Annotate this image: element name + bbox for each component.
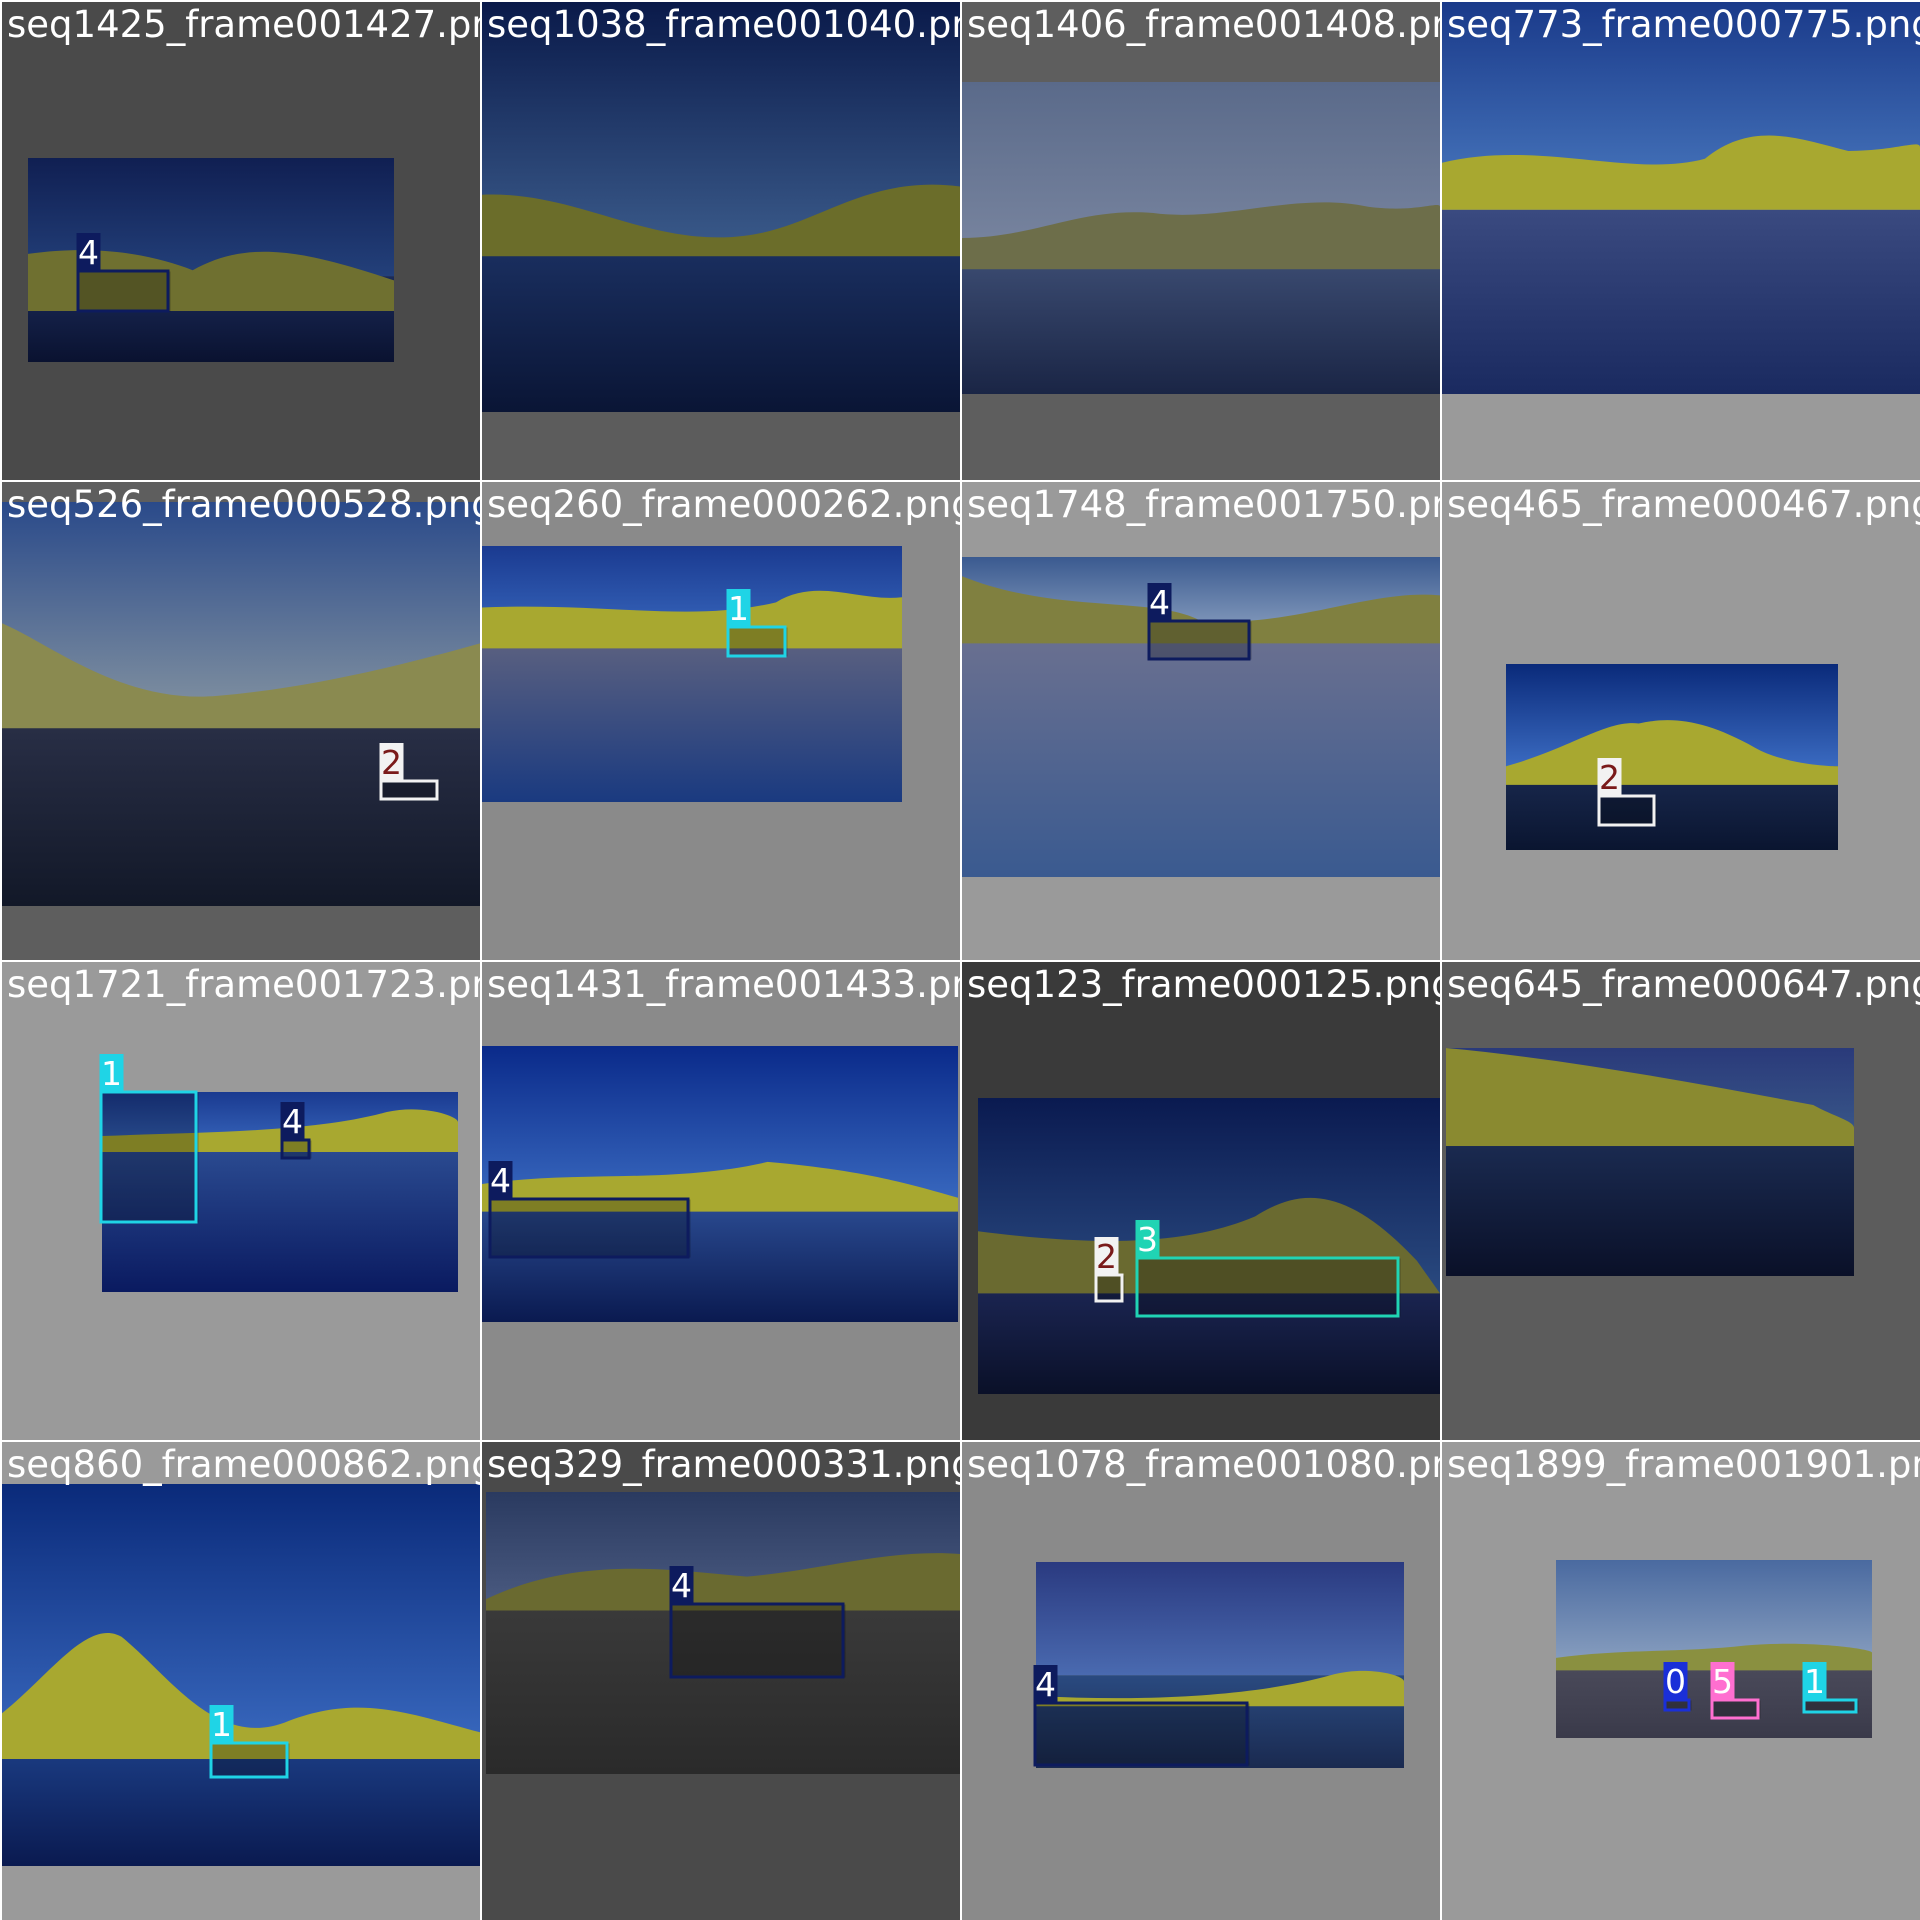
tile-filename: seq1078_frame001080.png: [967, 1443, 1440, 1486]
tile-image: 05 1: [1556, 1560, 1872, 1738]
tile-filename: seq860_frame000862.png: [7, 1443, 480, 1486]
tile: 1seq773_frame000775.png: [1442, 2, 1920, 480]
tile: 4 seq1431_frame001433.png: [482, 962, 960, 1440]
tile-filename: seq645_frame000647.png: [1447, 963, 1920, 1006]
tile-image: 4: [482, 1046, 958, 1322]
tile: 2 3 seq123_frame000125.png: [962, 962, 1440, 1440]
tile-image: 4: [28, 158, 394, 362]
detection-label: 1: [211, 1705, 232, 1744]
tile: 1 4 seq1721_frame001723.png: [2, 962, 480, 1440]
tile-filename: seq1425_frame001427.png: [7, 3, 480, 46]
tile-filename: seq1431_frame001433.png: [487, 963, 960, 1006]
tile-image: 2: [1506, 664, 1838, 850]
detection-label: 1: [1804, 1662, 1825, 1701]
detection-label: 0: [1665, 1662, 1686, 1701]
tile-filename: seq329_frame000331.png: [487, 1443, 960, 1486]
tile: 0 5 1 seq1899_frame001901.png: [1442, 1442, 1920, 1920]
scene: [482, 2, 960, 412]
tile-image: 1: [1442, 2, 1920, 394]
scene: [962, 557, 1440, 877]
detection-label: 4: [490, 1161, 511, 1200]
detection-label: 2: [1599, 758, 1620, 797]
detection-label: 5: [1712, 1662, 1733, 1701]
detection-mosaic: 4 seq1425_frame001427.png seq1038_frame001…: [0, 0, 1920, 1920]
detection-label: 1: [101, 1054, 122, 1093]
tile-image: 4: [962, 557, 1440, 877]
tile-image: 14: [99, 1054, 458, 1292]
tile: 4 seq1078_frame001080.png: [962, 1442, 1440, 1920]
tile-filename: seq1721_frame001723.png: [7, 963, 480, 1006]
tile-filename: seq773_frame000775.png: [1447, 3, 1920, 46]
detection-label: 2: [381, 743, 402, 782]
tile-image: 4: [486, 1492, 960, 1774]
detection-label: 4: [1149, 583, 1170, 622]
scene: [482, 1046, 958, 1322]
detection-label: 4: [1035, 1665, 1056, 1704]
detection-box: 0: [1663, 1662, 1692, 1712]
tile-image: 23: [978, 1098, 1440, 1394]
detection-label: 1: [728, 589, 749, 628]
detection-box: 1: [99, 1054, 199, 1224]
tile-image: 1: [482, 546, 902, 802]
tile-image: 2: [2, 502, 480, 906]
tile-image: 1: [2, 1484, 480, 1866]
scene: [1446, 1048, 1854, 1276]
scene: [962, 82, 1440, 394]
tile-image: 4: [1033, 1562, 1404, 1768]
scene: [482, 546, 902, 802]
tile: seq1038_frame001040.png: [482, 2, 960, 480]
tile-filename: seq1899_frame001901.png: [1447, 1443, 1920, 1486]
detection-label: 3: [1137, 1220, 1158, 1259]
scene: [1442, 2, 1920, 394]
tile-image: [482, 2, 960, 412]
tile-filename: seq260_frame000262.png: [487, 483, 960, 526]
scene: [978, 1098, 1440, 1394]
tile-image: 4: [962, 82, 1440, 394]
tile-filename: seq1406_frame001408.png: [967, 3, 1440, 46]
tile-filename: seq1038_frame001040.png: [487, 3, 960, 46]
scene: [1506, 664, 1838, 850]
detection-label: 4: [282, 1102, 303, 1141]
tile: seq645_frame000647.png: [1442, 962, 1920, 1440]
tile: 4 seq329_frame000331.png: [482, 1442, 960, 1920]
tile-filename: seq123_frame000125.png: [967, 963, 1440, 1006]
tile-filename: seq526_frame000528.png: [7, 483, 480, 526]
tile-image: [1446, 1048, 1854, 1276]
tile: 1 seq860_frame000862.png: [2, 1442, 480, 1920]
tile-filename: seq1748_frame001750.png: [967, 483, 1440, 526]
tile: 1 seq260_frame000262.png: [482, 482, 960, 960]
tile: 2 seq526_frame000528.png: [2, 482, 480, 960]
detection-label: 2: [1096, 1237, 1117, 1276]
tile: 4 seq1748_frame001750.png: [962, 482, 1440, 960]
tile-filename: seq465_frame000467.png: [1447, 483, 1920, 526]
tile: 4 seq1425_frame001427.png: [2, 2, 480, 480]
scene: [2, 502, 480, 906]
tile: 2 seq465_frame000467.png: [1442, 482, 1920, 960]
detection-label: 4: [78, 233, 99, 272]
detection-label: 4: [671, 1566, 692, 1605]
tile: 4 seq1406_frame001408.png: [962, 2, 1440, 480]
scene: [2, 1484, 480, 1866]
